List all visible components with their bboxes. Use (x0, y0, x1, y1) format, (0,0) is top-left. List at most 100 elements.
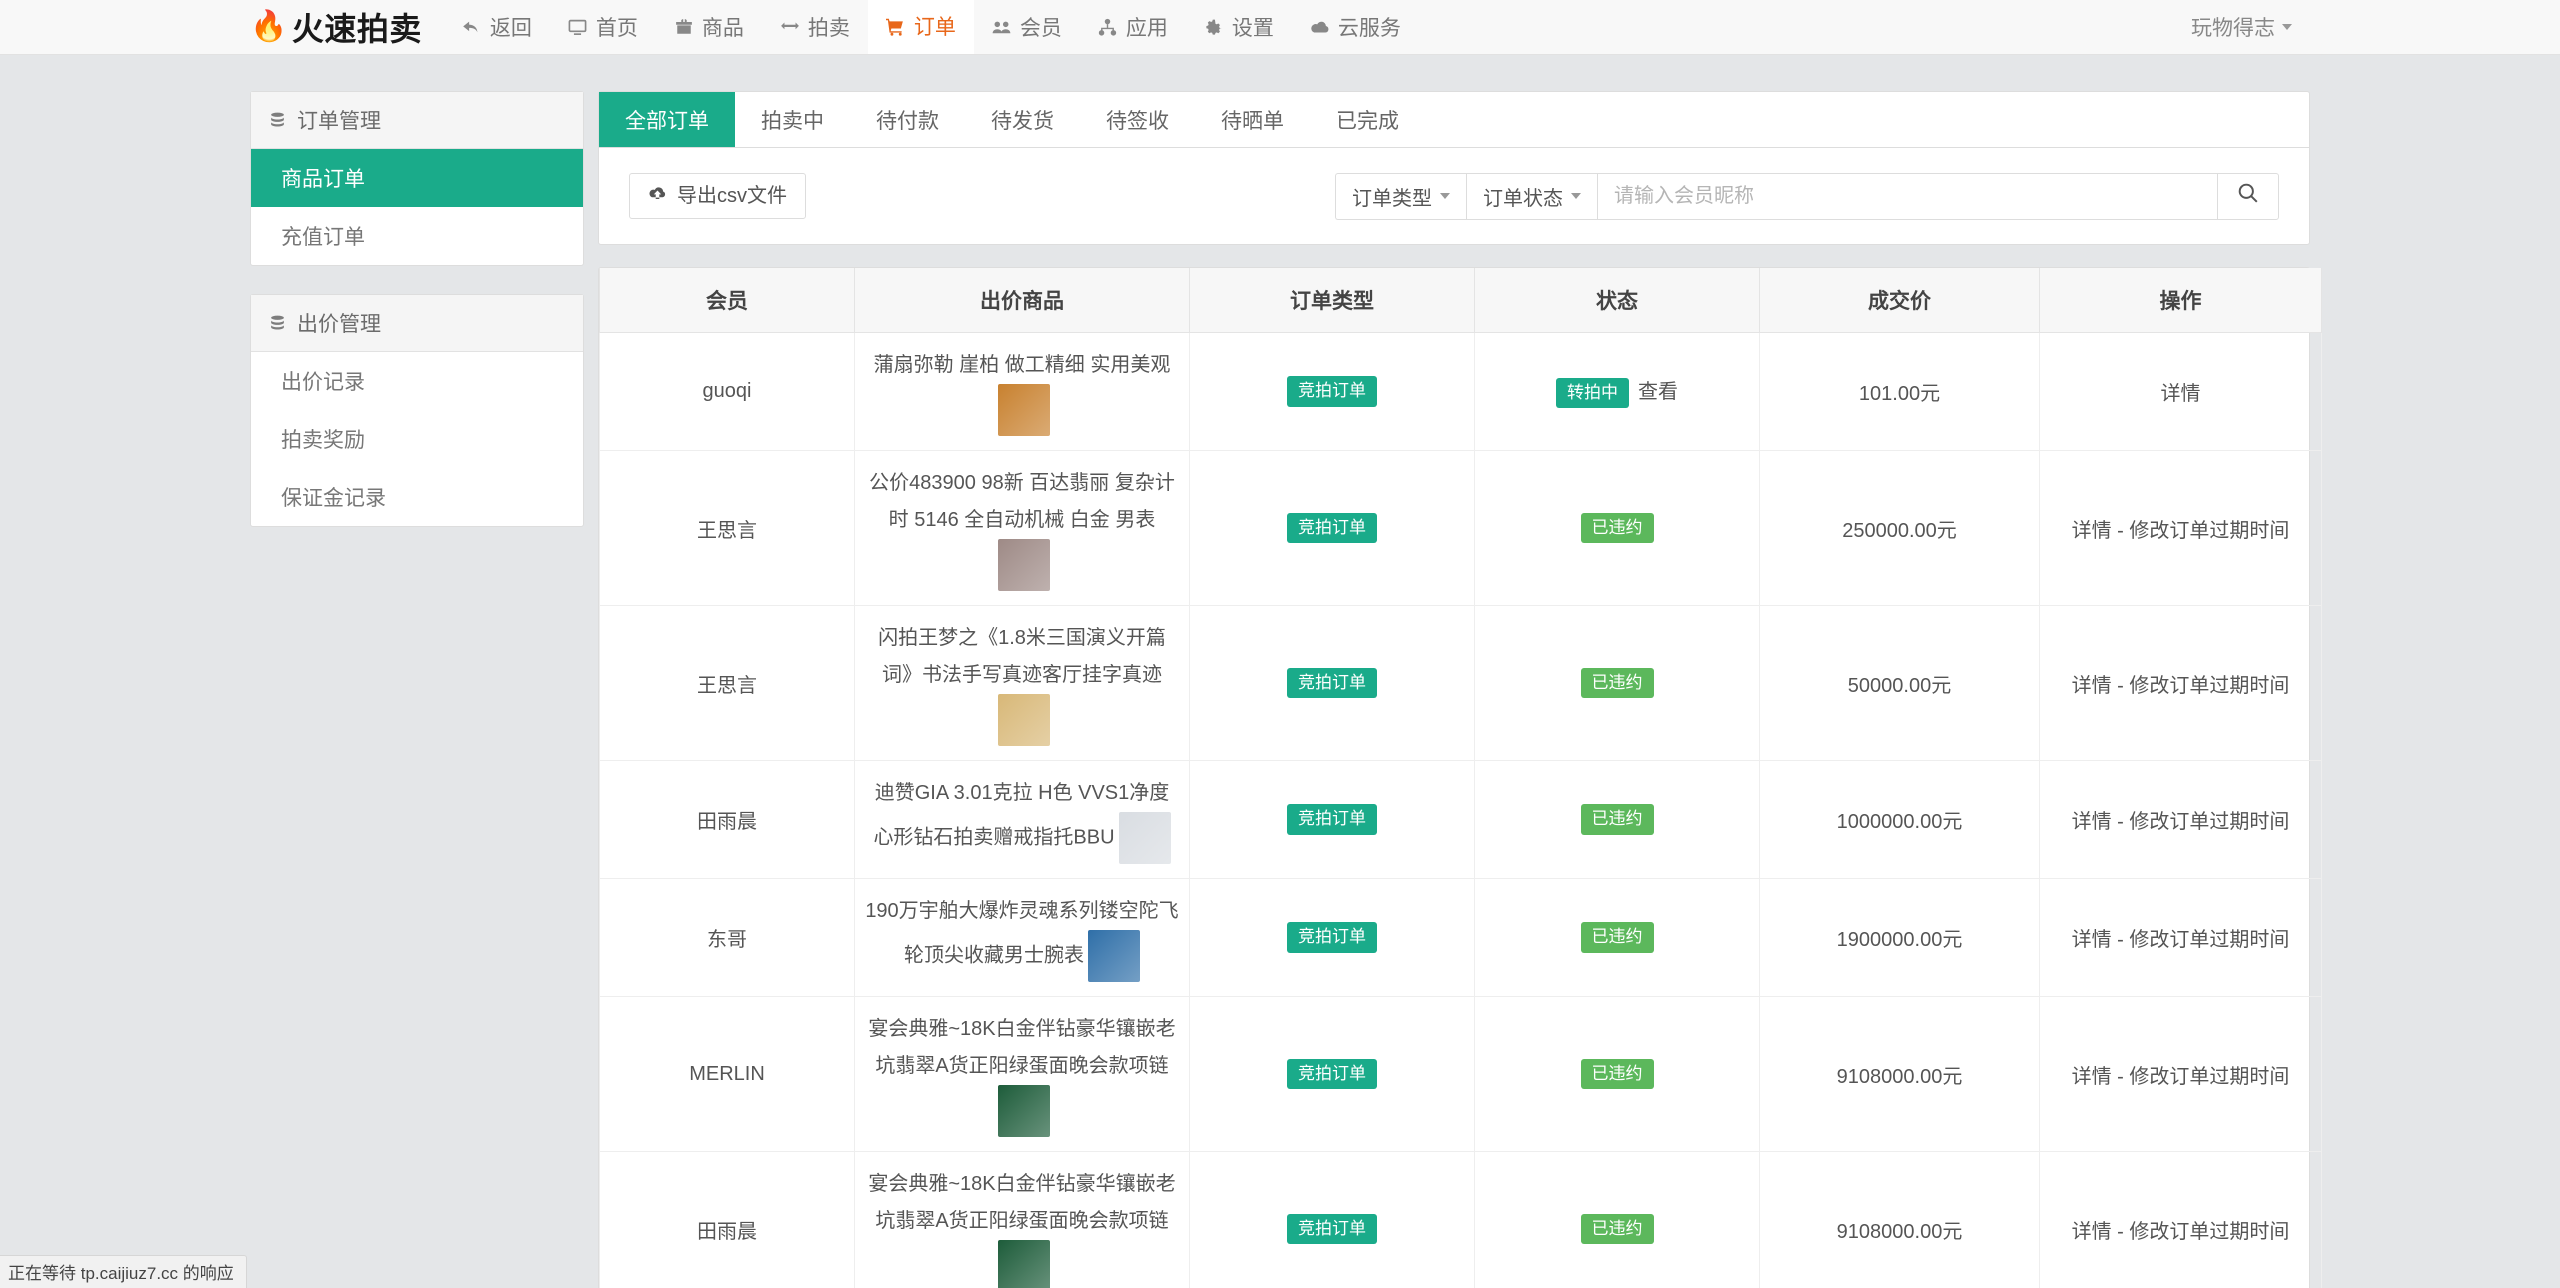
cell-operations: 详情 - 修改订单过期时间 (2039, 1151, 2322, 1288)
user-name: 玩物得志 (2191, 17, 2275, 40)
table-row: MERLIN 宴会典雅~18K白金伴钻豪华镶嵌老坑翡翠A货正阳绿蛋面晚会款项链 竞拍… (599, 996, 2322, 1152)
cell-status: 转拍中 查看 (1474, 332, 1760, 451)
sidebar-item-product-orders[interactable]: 商品订单 (251, 149, 583, 207)
goods-title: 宴会典雅~18K白金伴钻豪华镶嵌老坑翡翠A货正阳绿蛋面晚会款项链 (868, 1173, 1176, 1232)
cell-order-type: 竞拍订单 (1189, 878, 1475, 997)
sidebar-item-bid-records[interactable]: 出价记录 (251, 352, 583, 410)
tab-completed[interactable]: 已完成 (1310, 92, 1425, 147)
status-badge: 已违约 (1580, 512, 1654, 544)
order-type-badge: 竞拍订单 (1287, 1058, 1377, 1090)
nav-label: 应用 (1125, 17, 1168, 40)
main-content: 全部订单 拍卖中 待付款 待发货 待签收 待晒单 已完成 导出csv文件 订单类… (598, 91, 2322, 1288)
nav-item-goods[interactable]: 商品 (656, 0, 762, 54)
cell-operations: 详情 - 修改订单过期时间 (2039, 450, 2322, 606)
nav-label: 商品 (701, 17, 744, 40)
table-row: 东哥 190万宇舶大爆炸灵魂系列镂空陀飞轮顶尖收藏男士腕表 竞拍订单 已违约 19000… (599, 878, 2322, 997)
order-type-dropdown[interactable]: 订单类型 (1335, 172, 1466, 220)
gift-icon (674, 17, 694, 37)
status-badge: 已违约 (1580, 922, 1654, 953)
cell-order-type: 竞拍订单 (1189, 450, 1475, 606)
order-type-badge: 竞拍订单 (1287, 922, 1377, 953)
nav-item-settings[interactable]: 设置 (1186, 0, 1292, 54)
nav-item-members[interactable]: 会员 (974, 0, 1080, 54)
cell-goods: 蒲扇弥勒 崖柏 做工精细 实用美观 (854, 332, 1190, 451)
nav-item-home[interactable]: 首页 (550, 0, 656, 54)
order-status-dropdown[interactable]: 订单状态 (1466, 172, 1597, 220)
sidebar-group-orders: 订单管理 商品订单 充值订单 (250, 91, 584, 266)
tab-pending-receipt[interactable]: 待签收 (1080, 92, 1195, 147)
search-button[interactable] (2217, 172, 2279, 220)
table-row: 王思言 闪拍王梦之《1.8米三国演义开篇词》书法手写真迹客厅挂字真迹 竞拍订单 已违约… (599, 605, 2322, 761)
sitemap-icon (1098, 17, 1118, 37)
monitor-icon (568, 17, 588, 37)
goods-title: 宴会典雅~18K白金伴钻豪华镶嵌老坑翡翠A货正阳绿蛋面晚会款项链 (868, 1018, 1176, 1077)
sidebar-item-recharge-orders[interactable]: 充值订单 (251, 207, 583, 265)
status-badge: 已违约 (1580, 667, 1654, 699)
nav-label: 拍卖 (807, 17, 850, 40)
export-csv-button[interactable]: 导出csv文件 (629, 173, 806, 219)
tab-pending-review[interactable]: 待晒单 (1195, 92, 1310, 147)
operation-link[interactable]: 详情 - 修改订单过期时间 (2072, 675, 2290, 697)
cell-member: 王思言 (599, 605, 855, 761)
goods-thumbnail (1088, 930, 1140, 982)
database-icon (269, 112, 286, 129)
database-icon (269, 315, 286, 332)
operation-link[interactable]: 详情 - 修改订单过期时间 (2072, 1221, 2290, 1243)
th-member: 会员 (599, 268, 855, 333)
operation-link[interactable]: 详情 - 修改订单过期时间 (2072, 520, 2290, 542)
member-nickname-search-input[interactable] (1597, 172, 2217, 220)
order-status-label: 订单状态 (1483, 187, 1563, 210)
cell-member: 田雨晨 (599, 1151, 855, 1288)
operation-link[interactable]: 详情 - 修改订单过期时间 (2072, 929, 2290, 951)
tab-pending-shipment[interactable]: 待发货 (965, 92, 1080, 147)
nav-label: 会员 (1019, 17, 1062, 40)
sidebar-item-deposit-records[interactable]: 保证金记录 (251, 468, 583, 526)
order-type-badge: 竞拍订单 (1287, 376, 1377, 407)
nav-item-orders[interactable]: 订单 (867, 0, 974, 54)
sidebar-group-title-bids: 出价管理 (251, 295, 583, 352)
brand-logo[interactable]: 🔥 火速拍卖 (250, 0, 444, 54)
operation-link[interactable]: 详情 - 修改订单过期时间 (2072, 811, 2290, 833)
order-status-tabs: 全部订单 拍卖中 待付款 待发货 待签收 待晒单 已完成 (598, 91, 2310, 148)
nav-label: 云服务 (1337, 17, 1401, 40)
cell-price: 1900000.00元 (1759, 878, 2040, 997)
sidebar-group-bids: 出价管理 出价记录 拍卖奖励 保证金记录 (250, 294, 584, 527)
nav-label: 首页 (595, 17, 638, 40)
cell-goods: 190万宇舶大爆炸灵魂系列镂空陀飞轮顶尖收藏男士腕表 (854, 878, 1190, 997)
cell-price: 50000.00元 (1759, 605, 2040, 761)
nav-item-auction[interactable]: 拍卖 (762, 0, 868, 54)
cell-status: 已违约 (1474, 1151, 1760, 1288)
sidebar: 订单管理 商品订单 充值订单 出价管理 出价记录 拍卖奖励 保证金记录 (250, 91, 584, 1288)
order-type-badge: 竞拍订单 (1287, 804, 1377, 835)
cell-price: 9108000.00元 (1759, 996, 2040, 1152)
cell-operations: 详情 - 修改订单过期时间 (2039, 605, 2322, 761)
flame-icon: 🔥 (250, 10, 288, 43)
tab-pending-payment[interactable]: 待付款 (850, 92, 965, 147)
user-menu[interactable]: 玩物得志 (2183, 12, 2300, 42)
nav-item-back[interactable]: 返回 (444, 0, 550, 54)
cart-icon (886, 16, 906, 36)
nav-item-cloud[interactable]: 云服务 (1292, 0, 1419, 54)
order-type-badge: 竞拍订单 (1287, 512, 1377, 544)
sidebar-item-auction-rewards[interactable]: 拍卖奖励 (251, 410, 583, 468)
nav-label: 设置 (1231, 17, 1274, 40)
cell-operations: 详情 - 修改订单过期时间 (2039, 760, 2322, 879)
tab-in-auction[interactable]: 拍卖中 (735, 92, 850, 147)
cell-order-type: 竞拍订单 (1189, 996, 1475, 1152)
cell-status: 已违约 (1474, 605, 1760, 761)
cell-order-type: 竞拍订单 (1189, 332, 1475, 451)
cell-goods: 宴会典雅~18K白金伴钻豪华镶嵌老坑翡翠A货正阳绿蛋面晚会款项链 (854, 996, 1190, 1152)
operation-link[interactable]: 详情 (2161, 383, 2201, 405)
status-view-link[interactable]: 查看 (1638, 381, 1678, 403)
order-type-badge: 竞拍订单 (1287, 1213, 1377, 1245)
toolbar: 导出csv文件 订单类型 订单状态 (598, 148, 2310, 245)
nav-right: 玩物得志 (2183, 0, 2310, 54)
sidebar-group-title-orders: 订单管理 (251, 92, 583, 149)
th-operations: 操作 (2039, 268, 2322, 333)
cell-member: guoqi (599, 332, 855, 451)
tab-all-orders[interactable]: 全部订单 (599, 92, 735, 147)
search-icon (2237, 182, 2259, 210)
operation-link[interactable]: 详情 - 修改订单过期时间 (2072, 1066, 2290, 1088)
order-type-badge: 竞拍订单 (1287, 667, 1377, 699)
nav-item-apps[interactable]: 应用 (1080, 0, 1186, 54)
